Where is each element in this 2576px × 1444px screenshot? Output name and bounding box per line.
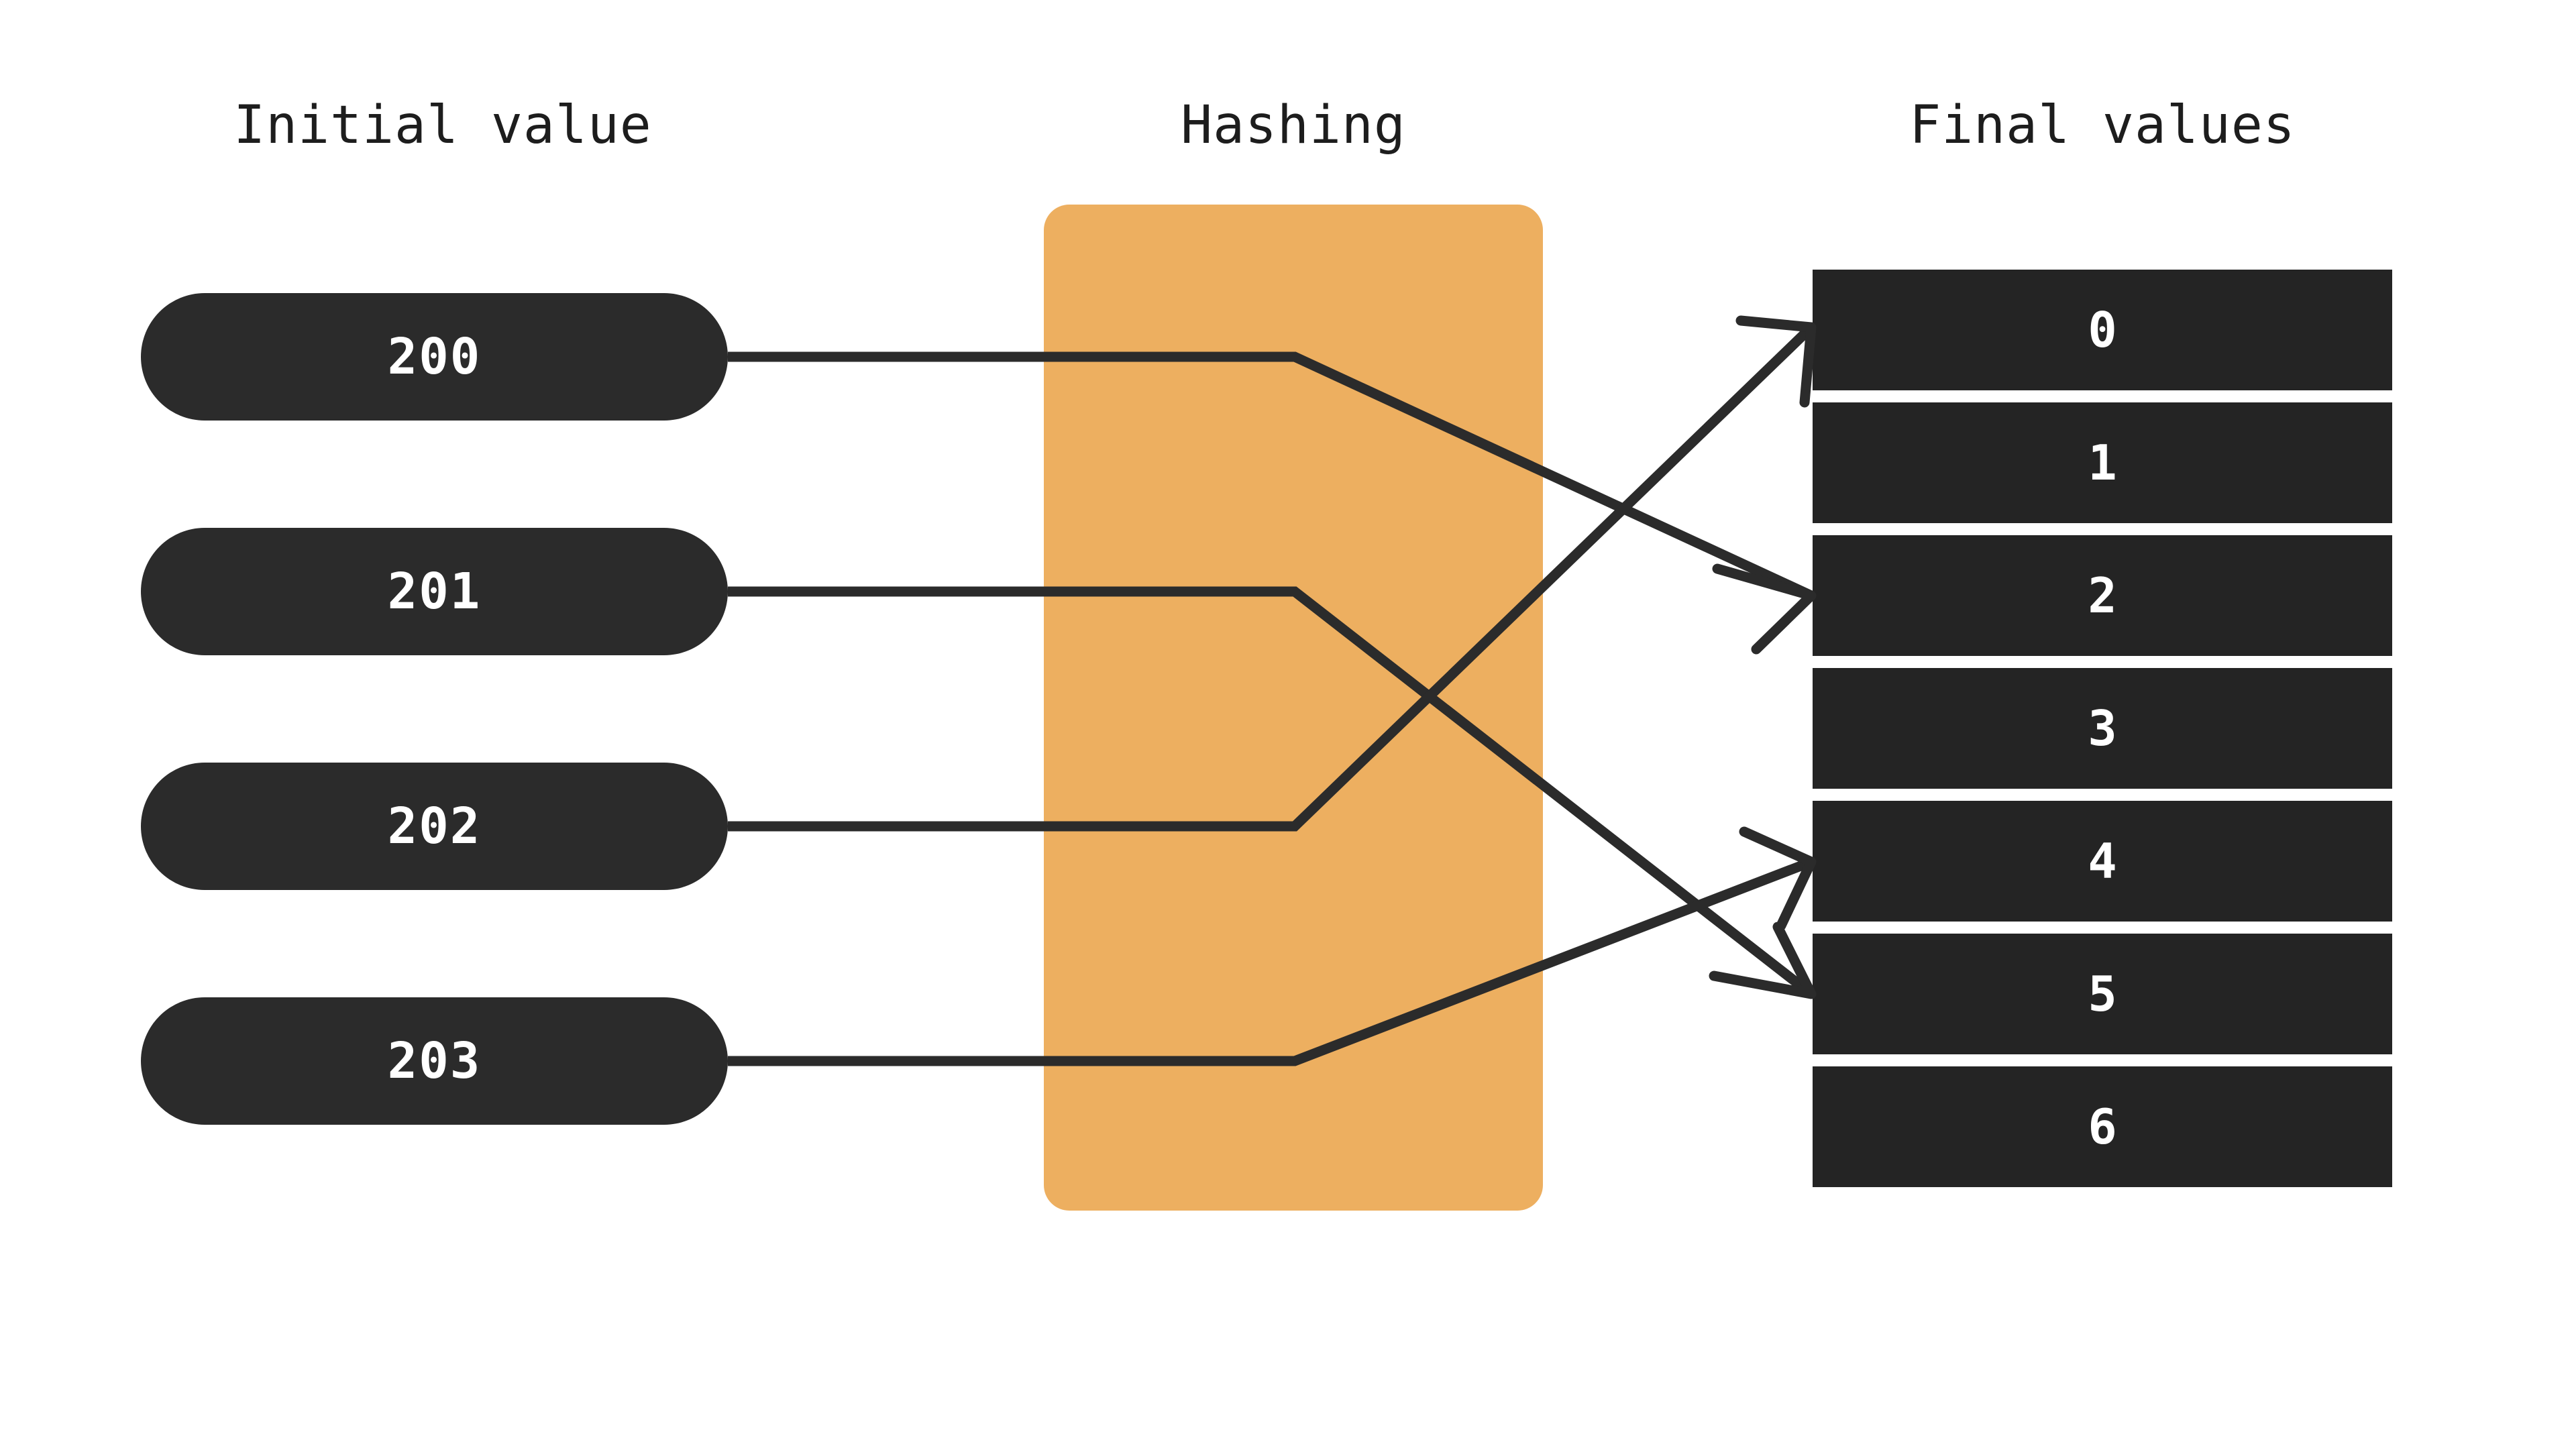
- hash-slot[interactable]: 1: [1813, 402, 2392, 523]
- arrowhead-to-slot-5: [1709, 922, 1817, 999]
- hash-slot-label: 5: [2088, 966, 2117, 1022]
- heading-final-values: Final values: [1909, 95, 2296, 156]
- input-pill-label: 202: [387, 797, 482, 855]
- hash-slot[interactable]: 5: [1813, 934, 2392, 1054]
- hash-slot[interactable]: 4: [1813, 801, 2392, 922]
- arrowhead-to-slot-2: [1712, 563, 1817, 655]
- input-pill[interactable]: 200: [141, 293, 728, 421]
- arrowhead-to-slot-4: [1739, 826, 1817, 931]
- input-pill-label: 203: [387, 1032, 482, 1090]
- hash-slot-label: 3: [2088, 700, 2117, 757]
- hash-slot-label: 0: [2088, 302, 2117, 358]
- input-pill-label: 200: [387, 328, 482, 386]
- input-pill[interactable]: 202: [141, 763, 728, 890]
- heading-hashing: Hashing: [1181, 95, 1406, 156]
- arrowhead-to-slot-0: [1735, 315, 1817, 408]
- input-pill-label: 201: [387, 563, 482, 620]
- hash-slot[interactable]: 2: [1813, 535, 2392, 656]
- diagram-canvas: Initial value Hashing Final values 200 2…: [0, 0, 2576, 1444]
- hash-slot-label: 2: [2088, 567, 2117, 624]
- input-pill[interactable]: 203: [141, 997, 728, 1125]
- heading-initial-value: Initial value: [233, 95, 652, 156]
- hashing-panel: [1044, 205, 1543, 1211]
- hash-slot-label: 1: [2088, 435, 2117, 491]
- hash-slot[interactable]: 3: [1813, 668, 2392, 789]
- hash-slot[interactable]: 6: [1813, 1066, 2392, 1187]
- hash-slot-label: 6: [2088, 1099, 2117, 1155]
- input-pill[interactable]: 201: [141, 528, 728, 655]
- hash-slot-label: 4: [2088, 833, 2117, 889]
- hash-slot[interactable]: 0: [1813, 270, 2392, 390]
